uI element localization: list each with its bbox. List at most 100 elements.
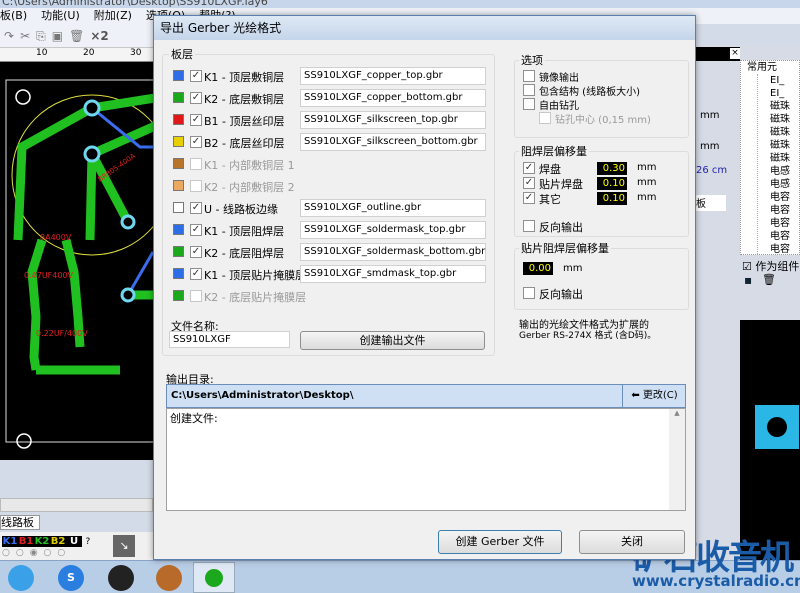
output-dir-path[interactable]: C:\Users\Administrator\Desktop\	[171, 390, 353, 401]
layer-k2-button[interactable]: K2	[34, 536, 50, 547]
tree-root[interactable]: 常用元	[747, 61, 799, 74]
app-icon-bear[interactable]	[156, 565, 182, 591]
layer-bar: K1B1K2B2 U ? ○○◉○○ ↘	[0, 532, 153, 560]
layer-checkbox[interactable]: ✓	[190, 246, 202, 258]
tree-item[interactable]: 磁珠	[770, 113, 799, 126]
layer-checkbox[interactable]	[190, 158, 202, 170]
layer-u-button[interactable]: U	[66, 536, 82, 547]
app-icon-bird[interactable]	[8, 565, 34, 591]
layer-checkbox[interactable]: ✓	[190, 114, 202, 126]
cut-icon[interactable]: ✂	[20, 29, 36, 43]
format-note: Gerber RS-274X 格式 (含D码)。	[519, 331, 657, 341]
layer-checkbox[interactable]: ✓	[190, 136, 202, 148]
smd-offset-input[interactable]: 0.00	[523, 262, 553, 275]
filename-input[interactable]: SS910LXGF	[169, 331, 290, 348]
app-icon-sprint-layout[interactable]	[193, 562, 235, 593]
log-text: 创建文件:	[170, 412, 218, 425]
component-tree[interactable]: 常用元 EI_ EI_ 磁珠 磁珠 磁珠 磁珠 磁珠 电感 电感 电容 电容 电容 电容 电容	[740, 60, 800, 255]
layer-label: K2 - 底层敷铜层	[204, 93, 285, 106]
change-dir-button[interactable]: ⬅ 更改(C)	[622, 385, 686, 407]
tree-item[interactable]: 电感	[770, 178, 799, 191]
app-icon-sogou[interactable]: S	[58, 565, 84, 591]
solder-checkbox[interactable]: ✓	[523, 192, 535, 204]
solder-offset-input[interactable]: 0.10	[597, 192, 627, 205]
layer-checkbox[interactable]	[190, 180, 202, 192]
tree-item[interactable]: 电容	[770, 230, 799, 243]
tree-item[interactable]: 磁珠	[770, 152, 799, 165]
solder-invert-checkbox[interactable]	[523, 220, 535, 232]
option-checkbox[interactable]	[523, 70, 535, 82]
layer-filename-input[interactable]: SS910LXGF_smdmask_top.gbr	[300, 265, 486, 283]
option-checkbox[interactable]	[523, 84, 535, 96]
layer-filename-input[interactable]: SS910LXGF_copper_top.gbr	[300, 67, 486, 85]
log-scrollbar[interactable]: ▲	[669, 409, 685, 510]
solder-offset-input[interactable]: 0.10	[597, 177, 627, 190]
menu-board[interactable]: 板(B)	[0, 9, 27, 22]
layer-filename-input[interactable]: SS910LXGF_soldermask_top.gbr	[300, 221, 486, 239]
layer-filename-input[interactable]: SS910LXGF_outline.gbr	[300, 199, 486, 217]
layer-help[interactable]: ?	[86, 537, 91, 547]
solder-checkbox[interactable]: ✓	[523, 177, 535, 189]
tree-item[interactable]: 电感	[770, 165, 799, 178]
option-checkbox[interactable]	[539, 112, 551, 124]
log-textarea[interactable]: 创建文件: ▲	[166, 408, 686, 511]
tree-item[interactable]: EI_	[770, 87, 799, 100]
copy-icon[interactable]: ⎘	[36, 29, 52, 43]
layers-group: 板层 ✓ K1 - 顶层敷铜层 SS910LXGF_copper_top.gbr…	[162, 46, 495, 356]
layer-filename-input[interactable]: SS910LXGF_silkscreen_top.gbr	[300, 111, 486, 129]
horizontal-scrollbar[interactable]	[0, 498, 153, 512]
paste-icon[interactable]: ▣	[52, 29, 69, 43]
tree-item[interactable]: EI_	[770, 74, 799, 87]
layer-color-swatch	[173, 246, 184, 257]
layer-b1-button[interactable]: B1	[18, 536, 34, 547]
layer-checkbox[interactable]: ✓	[190, 268, 202, 280]
zoom-x2-button[interactable]: ×2	[90, 29, 108, 43]
create-gerber-button[interactable]: 创建 Gerber 文件	[438, 530, 562, 554]
tree-item[interactable]: 电容	[770, 204, 799, 217]
options-group: 选项 镜像输出 包含结构 (线路板大小) 自由钻孔 钻孔中心 (0,15 mm)	[514, 52, 689, 138]
close-button[interactable]: 关闭	[579, 530, 685, 554]
layer-color-swatch	[173, 92, 184, 103]
save-icon[interactable]: ▪	[744, 273, 752, 287]
layer-filename-input[interactable]: SS910LXGF_copper_bottom.gbr	[300, 89, 486, 107]
menu-extra[interactable]: 附加(Z)	[94, 9, 132, 22]
solder-offset-group: 阻焊层偏移量 ✓ 焊盘 0.30 mm ✓ 贴片焊盘 0.10 mm ✓ 其它 0.10 mm 反向输…	[514, 143, 689, 237]
solder-checkbox[interactable]: ✓	[523, 162, 535, 174]
right-panel: × mm mm 26 cm 板 常用元 EI_ EI_ 磁珠 磁珠 磁珠 磁珠 磁珠 电感 电感…	[696, 45, 800, 560]
menu-function[interactable]: 功能(U)	[41, 9, 80, 22]
layer-checkbox[interactable]: ✓	[190, 92, 202, 104]
layer-b2-button[interactable]: B2	[50, 536, 66, 547]
delete-icon[interactable]: 🗑	[69, 29, 90, 43]
smd-invert-checkbox[interactable]	[523, 287, 535, 299]
tab-board[interactable]: 线路板	[0, 515, 40, 530]
create-output-button[interactable]: 创建输出文件	[300, 331, 485, 350]
panel-field[interactable]: 板	[696, 195, 726, 211]
layer-color-swatch	[173, 202, 184, 213]
trash-icon[interactable]: 🗑	[762, 273, 776, 286]
tree-item[interactable]: 电容	[770, 217, 799, 230]
layer-filename-input[interactable]: SS910LXGF_silkscreen_bottom.gbr	[300, 133, 486, 151]
layer-checkbox[interactable]	[190, 290, 202, 302]
tree-item[interactable]: 磁珠	[770, 100, 799, 113]
layer-checkbox[interactable]: ✓	[190, 70, 202, 82]
layer-k1-button[interactable]: K1	[2, 536, 18, 547]
layer-checkbox[interactable]: ✓	[190, 224, 202, 236]
tree-item[interactable]: 磁珠	[770, 139, 799, 152]
layer-radio-group[interactable]: ○○◉○○	[2, 548, 71, 558]
output-dir-bar: C:\Users\Administrator\Desktop\ ⬅ 更改(C)	[166, 384, 686, 408]
layer-checkbox[interactable]: ✓	[190, 202, 202, 214]
group-label: 板层	[169, 46, 195, 62]
app-icon-qq[interactable]	[108, 565, 134, 591]
close-icon[interactable]: ×	[730, 48, 740, 59]
tree-item[interactable]: 电容	[770, 243, 799, 254]
unit-label: mm	[637, 192, 657, 203]
solder-offset-input[interactable]: 0.30	[597, 162, 627, 175]
option-checkbox[interactable]	[523, 98, 535, 110]
pcb-canvas[interactable]: 8A400V 0.47UF400V 0.22UF/400V BR805-400A	[0, 62, 173, 460]
as-component-checkbox[interactable]: ☑ 作为组件	[742, 258, 799, 274]
track-tool-icon[interactable]: ↘	[113, 535, 135, 557]
layer-filename-input[interactable]: SS910LXGF_soldermask_bottom.gbr	[300, 243, 486, 261]
redo-icon[interactable]: ↷	[4, 29, 20, 43]
tree-item[interactable]: 电容	[770, 191, 799, 204]
tree-item[interactable]: 磁珠	[770, 126, 799, 139]
